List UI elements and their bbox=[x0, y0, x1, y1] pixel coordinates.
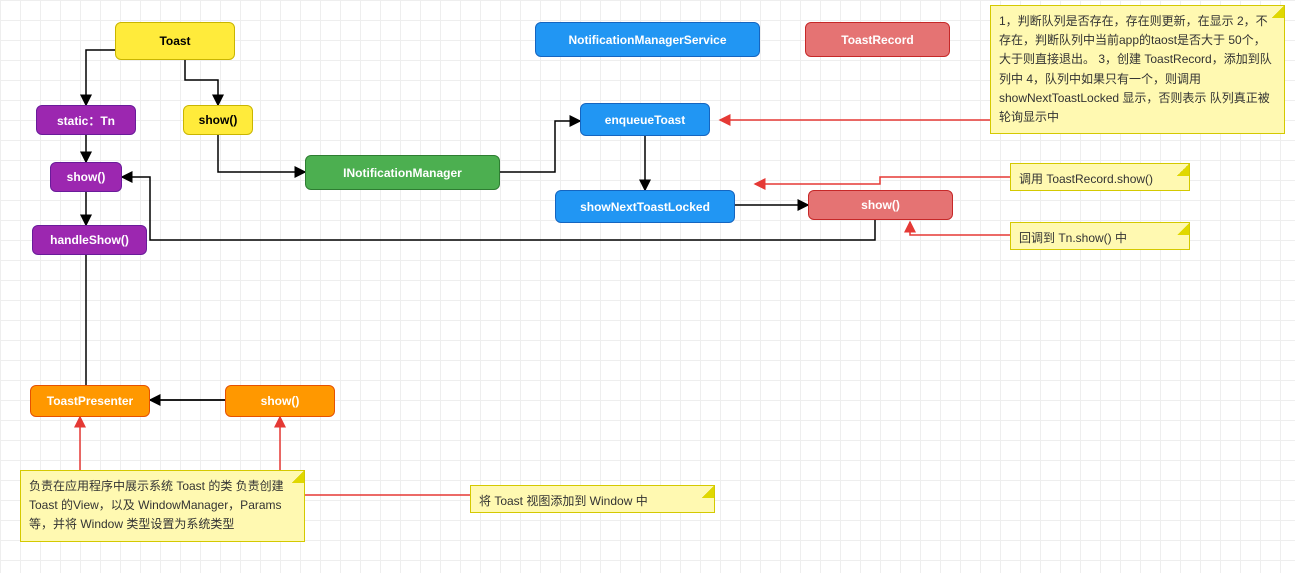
node-enqueuetoast: enqueueToast bbox=[580, 103, 710, 136]
node-toast: Toast bbox=[115, 22, 235, 60]
node-inotificationmanager: INotificationManager bbox=[305, 155, 500, 190]
node-show-yellow: show() bbox=[183, 105, 253, 135]
node-toastpresenter: ToastPresenter bbox=[30, 385, 150, 417]
node-toastrecord: ToastRecord bbox=[805, 22, 950, 57]
note-4: 负责在应用程序中展示系统 Toast 的类 负责创建 Toast 的View，以… bbox=[20, 470, 305, 542]
note-3: 回调到 Tn.show() 中 bbox=[1010, 222, 1190, 250]
note-1: 1，判断队列是否存在，存在则更新，在显示 2，不存在，判断队列中当前app的ta… bbox=[990, 5, 1285, 134]
node-show-orange: show() bbox=[225, 385, 335, 417]
node-handleshow: handleShow() bbox=[32, 225, 147, 255]
node-show-purple: show() bbox=[50, 162, 122, 192]
node-static-tn: static：Tn bbox=[36, 105, 136, 135]
node-nms: NotificationManagerService bbox=[535, 22, 760, 57]
note-5: 将 Toast 视图添加到 Window 中 bbox=[470, 485, 715, 513]
node-show-red: show() bbox=[808, 190, 953, 220]
note-2: 调用 ToastRecord.show() bbox=[1010, 163, 1190, 191]
node-shownexttoastlocked: showNextToastLocked bbox=[555, 190, 735, 223]
